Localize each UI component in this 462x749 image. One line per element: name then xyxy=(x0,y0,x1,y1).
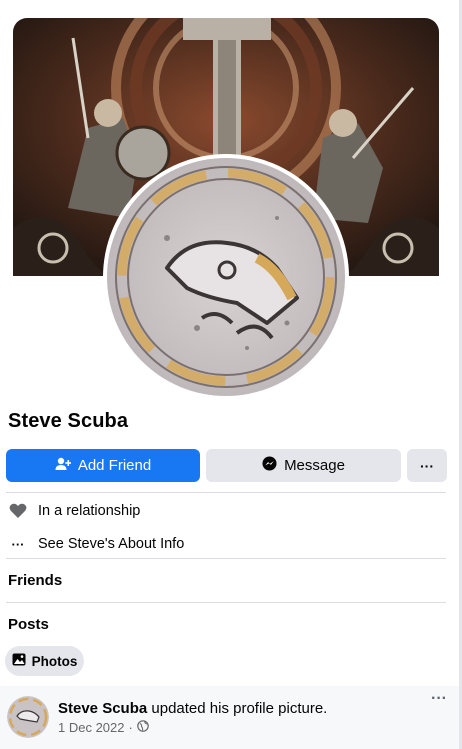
more-options-button[interactable]: ··· xyxy=(407,449,447,482)
profile-name: Steve Scuba xyxy=(8,410,129,432)
post-preview[interactable]: Steve Scuba updated his profile picture.… xyxy=(0,686,459,749)
heart-icon xyxy=(8,501,28,521)
add-friend-button[interactable]: Add Friend xyxy=(6,449,200,482)
posts-heading: Posts xyxy=(8,616,49,633)
divider xyxy=(6,558,446,559)
post-more-button[interactable]: ··· xyxy=(431,690,447,708)
post-author-name[interactable]: Steve Scuba xyxy=(58,700,147,717)
message-label: Message xyxy=(284,457,345,474)
post-headline: Steve Scuba updated his profile picture. xyxy=(58,700,327,717)
photos-label: Photos xyxy=(31,653,78,669)
photos-icon xyxy=(12,653,26,669)
post-action-text: updated his profile picture. xyxy=(151,700,328,717)
more-dots-icon: ··· xyxy=(11,536,25,552)
profile-picture[interactable] xyxy=(103,154,349,400)
globe-icon xyxy=(137,720,149,735)
divider xyxy=(6,602,446,603)
relationship-row: In a relationship xyxy=(8,501,140,521)
about-info-link[interactable]: ··· See Steve's About Info xyxy=(8,534,185,554)
post-author-avatar[interactable] xyxy=(7,696,49,738)
message-button[interactable]: Message xyxy=(206,449,401,482)
more-icon: ··· xyxy=(420,457,434,474)
about-info-text: See Steve's About Info xyxy=(38,536,185,552)
messenger-icon xyxy=(262,456,277,475)
divider xyxy=(6,492,446,493)
post-date[interactable]: 1 Dec 2022 xyxy=(58,720,125,735)
friends-heading[interactable]: Friends xyxy=(8,572,62,589)
relationship-text: In a relationship xyxy=(38,503,141,519)
add-friend-icon xyxy=(55,457,72,475)
photos-chip[interactable]: Photos xyxy=(5,646,84,676)
post-meta: 1 Dec 2022 · xyxy=(58,720,149,735)
meta-separator: · xyxy=(128,720,133,735)
top-strip xyxy=(0,0,462,18)
add-friend-label: Add Friend xyxy=(77,457,152,474)
